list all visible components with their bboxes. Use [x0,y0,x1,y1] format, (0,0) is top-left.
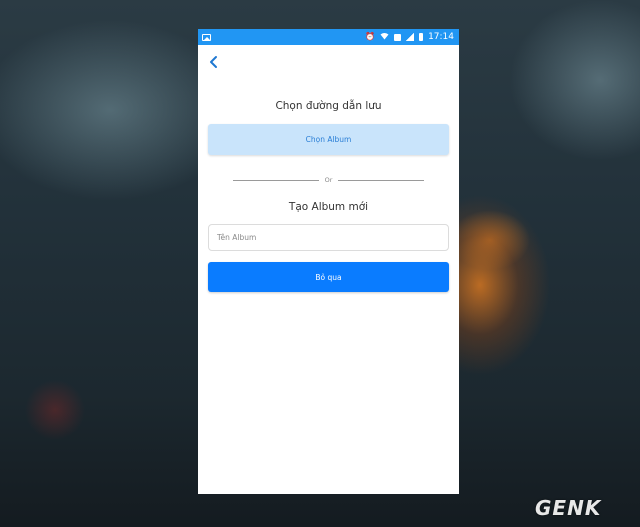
sim-icon [394,33,402,41]
divider-line-left [233,179,319,181]
signal-icon [406,33,415,41]
image-icon [202,33,211,41]
chevron-left-icon [210,56,217,68]
choose-path-title: Chọn đường dẫn lưu [275,100,382,112]
status-left [202,33,211,41]
skip-button[interactable]: Bỏ qua [208,262,449,292]
genk-watermark-logo: GEN K [535,496,602,520]
status-bar: ⏰ 17:14 [198,29,459,45]
choose-album-label: Chọn Album [305,135,352,144]
battery-icon [419,33,424,41]
status-time: 17:14 [428,32,454,42]
divider-line-right [338,179,425,181]
choose-album-button[interactable]: Chọn Album [208,124,449,155]
app-screen: ⏰ 17:14 Chọn đường dẫn lưu Chọn Album Or… [198,29,459,494]
wifi-icon [380,32,389,42]
create-album-title: Tạo Album mới [288,201,369,213]
skip-label: Bỏ qua [315,272,342,282]
or-divider: Or [233,175,425,185]
or-label: Or [324,176,333,184]
alarm-icon: ⏰ [365,32,376,41]
back-button[interactable] [207,55,221,69]
status-right: ⏰ 17:14 [365,32,454,42]
album-name-input[interactable] [208,224,449,251]
